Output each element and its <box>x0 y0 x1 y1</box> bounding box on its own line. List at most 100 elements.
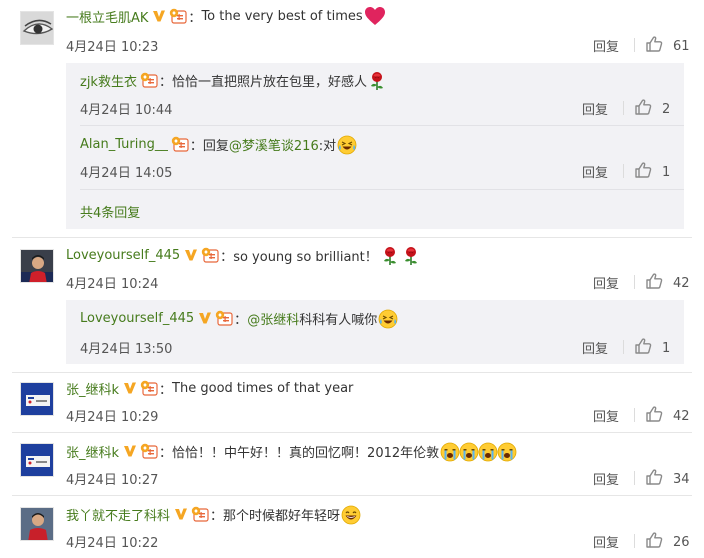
heart-icon <box>364 6 386 26</box>
like-button[interactable]: 1 <box>634 337 670 359</box>
reply-divider <box>80 125 684 126</box>
more-replies-link[interactable]: 共4条回复 <box>80 202 140 221</box>
fan-badge-icon <box>201 247 219 263</box>
fan-badge-icon <box>215 310 233 326</box>
reply-date: 4月24日 13:50 <box>80 342 173 357</box>
avatar[interactable] <box>20 507 54 541</box>
thumbs-up-icon <box>634 98 652 120</box>
comment-text: To the very best of times <box>201 8 363 24</box>
verified-v-icon <box>152 9 166 23</box>
like-button[interactable]: 61 <box>645 35 690 57</box>
reply-button[interactable]: 回复 <box>593 273 619 292</box>
comment-date: 4月24日 10:22 <box>66 536 159 551</box>
reply-header: Alan_Turing__ ： 回复 @梦溪笔谈216 :对 <box>80 134 355 154</box>
like-count: 61 <box>673 38 690 54</box>
reply-button[interactable]: 回复 <box>593 406 619 425</box>
comment-header: 张_继科k ： 恰恰！！中午好！！真的回忆啊！2012年伦敦 <box>66 441 515 461</box>
reply-text: 恰恰一直把照片放在包里，好感人 <box>171 74 367 90</box>
fan-badge-icon <box>171 136 189 152</box>
laugh-tears-icon <box>337 135 355 153</box>
reply-divider <box>80 189 684 190</box>
like-button[interactable]: 1 <box>634 161 670 183</box>
fan-badge-icon <box>140 72 158 88</box>
reply-prefix: 回复 <box>202 138 229 154</box>
reply-header: zjk救生衣 ： 恰恰一直把照片放在包里，好感人 <box>80 70 386 90</box>
avatar[interactable] <box>20 11 54 45</box>
action-divider <box>623 340 624 354</box>
like-button[interactable]: 26 <box>645 531 690 553</box>
comment-divider <box>12 372 692 373</box>
like-button[interactable]: 42 <box>645 405 690 427</box>
fan-badge-icon <box>140 380 158 396</box>
like-count: 2 <box>662 101 671 117</box>
avatar[interactable] <box>20 249 54 283</box>
verified-v-icon <box>174 507 188 521</box>
username-link[interactable]: Loveyourself_445 <box>66 248 180 263</box>
username-link[interactable]: 张_继科k <box>66 442 119 461</box>
thumbs-up-icon <box>645 272 663 294</box>
reply-button[interactable]: 回复 <box>593 36 619 55</box>
thumbs-up-icon <box>645 531 663 553</box>
mention-link[interactable]: @张继科 <box>247 309 299 328</box>
like-button[interactable]: 34 <box>645 468 690 490</box>
comment-text: so young so brilliant！ <box>233 249 378 265</box>
username-link[interactable]: zjk救生衣 <box>80 71 137 90</box>
reply-button[interactable]: 回复 <box>582 338 608 357</box>
username-link[interactable]: 我丫就不走了科科 <box>66 505 170 524</box>
comment-header: Loveyourself_445 ： so young so brilliant… <box>66 245 420 265</box>
action-divider <box>623 164 624 178</box>
fan-badge-icon <box>191 506 209 522</box>
fan-badge-icon <box>140 443 158 459</box>
comment-header: 我丫就不走了科科 ： 那个时候都好年轻呀 <box>66 504 359 524</box>
reply-button[interactable]: 回复 <box>582 99 608 118</box>
thumbs-up-icon <box>645 35 663 57</box>
reply-date: 4月24日 14:05 <box>80 166 173 181</box>
mention-link[interactable]: @梦溪笔谈216 <box>229 135 319 154</box>
username-link[interactable]: Alan_Turing__ <box>80 137 168 152</box>
verified-v-icon <box>198 311 212 325</box>
reply-button[interactable]: 回复 <box>593 469 619 488</box>
reply-button[interactable]: 回复 <box>593 532 619 551</box>
comment-header: 张_继科k ： The good times of that year <box>66 379 354 398</box>
action-divider <box>634 408 635 422</box>
comment-divider <box>12 432 692 433</box>
thumbs-up-icon <box>634 337 652 359</box>
action-divider <box>634 534 635 548</box>
comment-date: 4月24日 10:23 <box>66 40 159 55</box>
thumbs-up-icon <box>645 405 663 427</box>
avatar[interactable] <box>20 443 54 477</box>
rose-icon <box>402 246 420 264</box>
username-link[interactable]: Loveyourself_445 <box>80 311 194 326</box>
like-count: 1 <box>662 340 671 356</box>
reply-button[interactable]: 回复 <box>582 162 608 181</box>
like-count: 34 <box>673 471 690 487</box>
like-button[interactable]: 42 <box>645 272 690 294</box>
reply-date: 4月24日 10:44 <box>80 103 173 118</box>
like-count: 42 <box>673 408 690 424</box>
comment-date: 4月24日 10:29 <box>66 410 159 425</box>
sob-icon <box>478 442 496 460</box>
verified-v-icon <box>184 248 198 262</box>
avatar[interactable] <box>20 382 54 416</box>
action-divider <box>634 38 635 52</box>
action-divider <box>623 101 624 115</box>
like-count: 42 <box>673 275 690 291</box>
like-button[interactable]: 2 <box>634 98 670 120</box>
comment-divider <box>12 237 692 238</box>
comment-text: 恰恰！！中午好！！真的回忆啊！2012年伦敦 <box>172 445 440 461</box>
fan-badge-icon <box>169 8 187 24</box>
sob-icon <box>459 442 477 460</box>
reply-text: 科科有人喊你 <box>299 312 378 328</box>
comment-divider <box>12 495 692 496</box>
action-divider <box>634 275 635 289</box>
verified-v-icon <box>123 444 137 458</box>
action-divider <box>634 471 635 485</box>
comment-header: 一根立毛肌AK ： To the very best of times <box>66 6 386 26</box>
comment-text: The good times of that year <box>172 380 354 396</box>
laugh-tears-icon <box>378 309 396 327</box>
username-link[interactable]: 一根立毛肌AK <box>66 7 148 26</box>
username-link[interactable]: 张_继科k <box>66 379 119 398</box>
grin-icon <box>341 505 359 523</box>
comment-text: 那个时候都好年轻呀 <box>223 508 341 524</box>
like-count: 26 <box>673 534 690 550</box>
